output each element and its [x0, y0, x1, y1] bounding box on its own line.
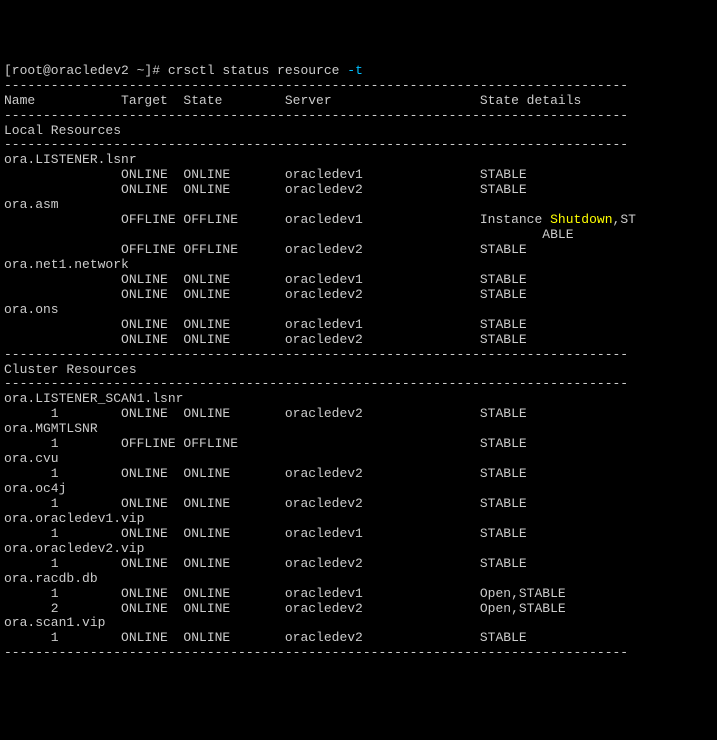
resource-name: ora.LISTENER.lsnr: [4, 152, 137, 167]
shell-prompt: [root@oracledev2 ~]# crsctl status resou…: [4, 63, 347, 78]
resource-row: 1 ONLINE ONLINE oracledev2 STABLE: [4, 556, 527, 571]
resource-name: ora.LISTENER_SCAN1.lsnr: [4, 391, 183, 406]
resource-name: ora.net1.network: [4, 257, 129, 272]
resource-row: 1 ONLINE ONLINE oracledev2 STABLE: [4, 496, 527, 511]
resource-name: ora.scan1.vip: [4, 615, 105, 630]
resource-row: ONLINE ONLINE oracledev1 STABLE: [4, 167, 527, 182]
resource-name: ora.MGMTLSNR: [4, 421, 98, 436]
resource-row: OFFLINE OFFLINE oracledev1 Instance Shut…: [4, 212, 636, 227]
resource-row: 1 OFFLINE OFFLINE STABLE: [4, 436, 527, 451]
resource-row: 1 ONLINE ONLINE oracledev1 Open,STABLE: [4, 586, 566, 601]
resource-row: 2 ONLINE ONLINE oracledev2 Open,STABLE: [4, 601, 566, 616]
resource-row: ONLINE ONLINE oracledev1 STABLE: [4, 317, 527, 332]
resource-row: ABLE: [4, 227, 574, 242]
resource-row: ONLINE ONLINE oracledev1 STABLE: [4, 272, 527, 287]
section-title: Cluster Resources: [4, 362, 137, 377]
resource-name: ora.oracledev2.vip: [4, 541, 144, 556]
separator: ----------------------------------------…: [4, 376, 628, 391]
resource-row: ONLINE ONLINE oracledev2 STABLE: [4, 182, 527, 197]
resource-row: 1 ONLINE ONLINE oracledev2 STABLE: [4, 466, 527, 481]
resource-row: 1 ONLINE ONLINE oracledev2 STABLE: [4, 406, 527, 421]
resource-row: 1 ONLINE ONLINE oracledev2 STABLE: [4, 630, 527, 645]
resource-name: ora.cvu: [4, 451, 59, 466]
section-title: Local Resources: [4, 123, 121, 138]
resource-name: ora.ons: [4, 302, 59, 317]
separator: ----------------------------------------…: [4, 78, 628, 93]
resource-row: ONLINE ONLINE oracledev2 STABLE: [4, 287, 527, 302]
resource-name: ora.oc4j: [4, 481, 66, 496]
separator: ----------------------------------------…: [4, 108, 628, 123]
resource-name: ora.asm: [4, 197, 59, 212]
highlight-word: Shutdown: [550, 212, 612, 227]
resource-row: OFFLINE OFFLINE oracledev2 STABLE: [4, 242, 527, 257]
command-flag: -t: [347, 63, 363, 78]
resource-name: ora.oracledev1.vip: [4, 511, 144, 526]
resource-name: ora.racdb.db: [4, 571, 98, 586]
separator: ----------------------------------------…: [4, 137, 628, 152]
separator: ----------------------------------------…: [4, 347, 628, 362]
separator: ----------------------------------------…: [4, 645, 628, 660]
resource-row: ONLINE ONLINE oracledev2 STABLE: [4, 332, 527, 347]
header-row: Name Target State Server State details: [4, 93, 581, 108]
resource-row: 1 ONLINE ONLINE oracledev1 STABLE: [4, 526, 527, 541]
terminal-output: [root@oracledev2 ~]# crsctl status resou…: [4, 64, 713, 662]
